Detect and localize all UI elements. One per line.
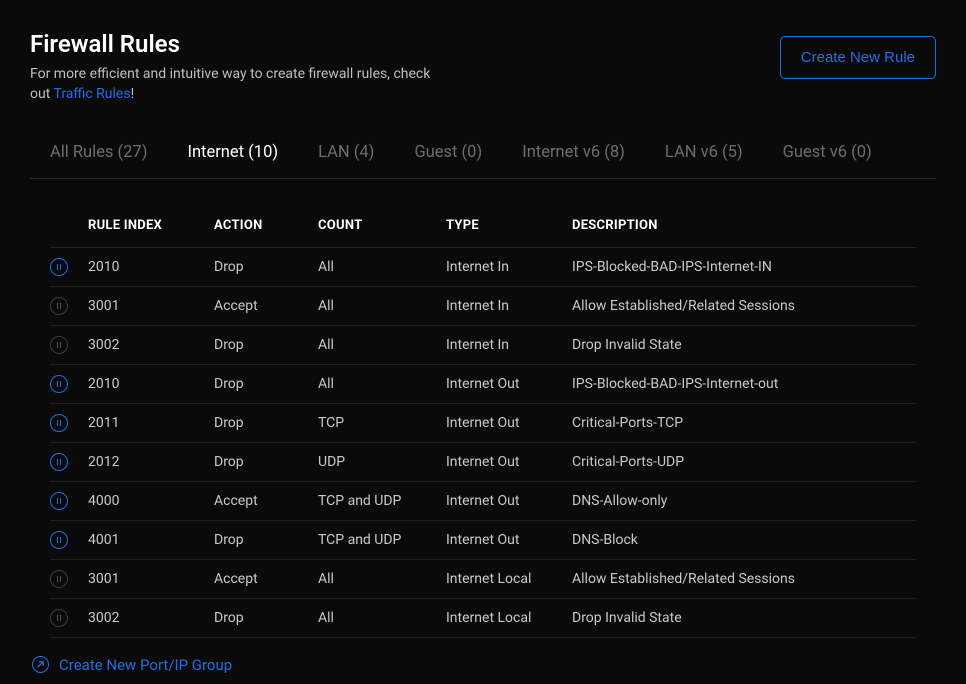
cell-rule-index: 3002	[88, 337, 214, 353]
tab-3[interactable]: Guest (0)	[414, 143, 482, 178]
pause-icon[interactable]	[50, 375, 68, 393]
cell-rule-index: 4001	[88, 532, 214, 548]
cell-rule-index: 4000	[88, 493, 214, 509]
cell-rule-index: 3002	[88, 610, 214, 626]
col-description: DESCRIPTION	[572, 218, 916, 233]
table-row[interactable]: 3002DropAllInternet InDrop Invalid State	[50, 326, 916, 365]
cell-rule-index: 2012	[88, 454, 214, 470]
col-type: TYPE	[446, 218, 572, 233]
cell-count: TCP	[318, 415, 446, 431]
table-row[interactable]: 2010DropAllInternet InIPS-Blocked-BAD-IP…	[50, 248, 916, 287]
page-subtitle: For more efficient and intuitive way to …	[30, 64, 450, 105]
cell-type: Internet Local	[446, 610, 572, 626]
tab-1[interactable]: Internet (10)	[187, 143, 278, 178]
cell-type: Internet Out	[446, 493, 572, 509]
pause-icon[interactable]	[50, 258, 68, 276]
cell-count: All	[318, 298, 446, 314]
table-row[interactable]: 3001AcceptAllInternet InAllow Establishe…	[50, 287, 916, 326]
cell-rule-index: 3001	[88, 571, 214, 587]
cell-action: Drop	[214, 610, 318, 626]
cell-type: Internet Out	[446, 454, 572, 470]
table-row[interactable]: 3001AcceptAllInternet LocalAllow Establi…	[50, 560, 916, 599]
cell-count: UDP	[318, 454, 446, 470]
cell-description: IPS-Blocked-BAD-IPS-Internet-IN	[572, 259, 916, 275]
cell-description: Allow Established/Related Sessions	[572, 571, 916, 587]
table-row[interactable]: 4000AcceptTCP and UDPInternet OutDNS-All…	[50, 482, 916, 521]
pause-icon[interactable]	[50, 414, 68, 432]
col-count: COUNT	[318, 218, 446, 233]
pause-icon[interactable]	[50, 453, 68, 471]
tab-0[interactable]: All Rules (27)	[50, 143, 147, 178]
tab-5[interactable]: LAN v6 (5)	[665, 143, 743, 178]
cell-description: Drop Invalid State	[572, 610, 916, 626]
cell-count: All	[318, 610, 446, 626]
cell-rule-index: 2010	[88, 376, 214, 392]
cell-description: Critical-Ports-UDP	[572, 454, 916, 470]
traffic-rules-link[interactable]: Traffic Rules	[53, 86, 130, 102]
cell-count: All	[318, 571, 446, 587]
cell-description: DNS-Allow-only	[572, 493, 916, 509]
table-header: RULE INDEX ACTION COUNT TYPE DESCRIPTION	[50, 204, 916, 248]
tab-2[interactable]: LAN (4)	[318, 143, 374, 178]
cell-type: Internet In	[446, 259, 572, 275]
cell-count: TCP and UDP	[318, 532, 446, 548]
subtitle-text-post: !	[131, 86, 135, 102]
cell-rule-index: 2011	[88, 415, 214, 431]
col-rule-index: RULE INDEX	[88, 218, 214, 233]
pause-icon[interactable]	[50, 570, 68, 588]
cell-action: Accept	[214, 571, 318, 587]
cell-type: Internet Out	[446, 376, 572, 392]
cell-action: Drop	[214, 259, 318, 275]
create-port-ip-group-link[interactable]: Create New Port/IP Group	[30, 638, 936, 684]
cell-type: Internet In	[446, 337, 572, 353]
cell-type: Internet Local	[446, 571, 572, 587]
cell-count: All	[318, 337, 446, 353]
table-row[interactable]: 3002DropAllInternet LocalDrop Invalid St…	[50, 599, 916, 638]
cell-type: Internet In	[446, 298, 572, 314]
cell-count: TCP and UDP	[318, 493, 446, 509]
tab-4[interactable]: Internet v6 (8)	[522, 143, 625, 178]
cell-description: IPS-Blocked-BAD-IPS-Internet-out	[572, 376, 916, 392]
pause-icon[interactable]	[50, 336, 68, 354]
cell-action: Drop	[214, 415, 318, 431]
cell-action: Drop	[214, 532, 318, 548]
cell-description: DNS-Block	[572, 532, 916, 548]
cell-rule-index: 3001	[88, 298, 214, 314]
col-action: ACTION	[214, 218, 318, 233]
cell-type: Internet Out	[446, 415, 572, 431]
cell-type: Internet Out	[446, 532, 572, 548]
external-link-icon	[32, 656, 49, 673]
cell-description: Drop Invalid State	[572, 337, 916, 353]
create-new-rule-button[interactable]: Create New Rule	[780, 36, 936, 79]
footer-link-label: Create New Port/IP Group	[59, 656, 232, 674]
cell-action: Accept	[214, 493, 318, 509]
cell-count: All	[318, 376, 446, 392]
pause-icon[interactable]	[50, 297, 68, 315]
cell-action: Accept	[214, 298, 318, 314]
tab-6[interactable]: Guest v6 (0)	[783, 143, 872, 178]
tabs: All Rules (27) Internet (10) LAN (4) Guest …	[30, 143, 936, 179]
table-row[interactable]: 4001DropTCP and UDPInternet OutDNS-Block	[50, 521, 916, 560]
cell-action: Drop	[214, 376, 318, 392]
table-row[interactable]: 2012DropUDPInternet OutCritical-Ports-UD…	[50, 443, 916, 482]
cell-count: All	[318, 259, 446, 275]
table-row[interactable]: 2011DropTCPInternet OutCritical-Ports-TC…	[50, 404, 916, 443]
cell-description: Critical-Ports-TCP	[572, 415, 916, 431]
cell-action: Drop	[214, 454, 318, 470]
cell-action: Drop	[214, 337, 318, 353]
pause-icon[interactable]	[50, 609, 68, 627]
table-row[interactable]: 2010DropAllInternet OutIPS-Blocked-BAD-I…	[50, 365, 916, 404]
pause-icon[interactable]	[50, 492, 68, 510]
cell-description: Allow Established/Related Sessions	[572, 298, 916, 314]
cell-rule-index: 2010	[88, 259, 214, 275]
pause-icon[interactable]	[50, 531, 68, 549]
page-title: Firewall Rules	[30, 30, 450, 58]
